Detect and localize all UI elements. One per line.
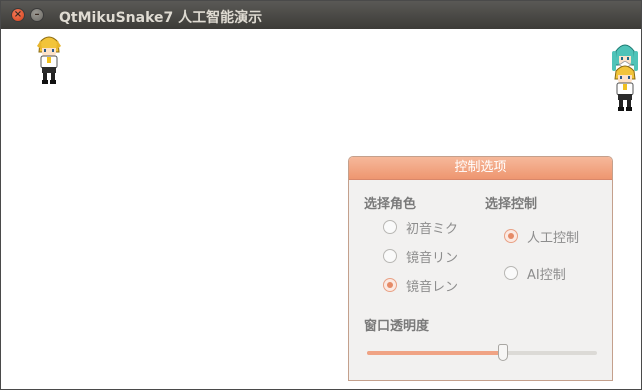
radio-indicator-selected	[504, 229, 518, 243]
minimize-button[interactable]: –	[30, 8, 44, 22]
control-options-panel: 控制选项 选择角色 初音ミク 镜音リン 镜音レン 选择控制 人工控制 AI控制 …	[348, 156, 613, 381]
role-group-title: 选择角色	[364, 197, 417, 212]
radio-role-rin[interactable]: 镜音リン	[383, 247, 459, 266]
radio-role-len[interactable]: 镜音レン	[383, 276, 459, 295]
control-group-title: 选择控制	[485, 197, 538, 212]
rin-character-sprite	[614, 61, 636, 111]
app-window: × – QtMikuSnake7 人工智能演示 控制选项 选择角色 初音ミク 镜…	[0, 0, 642, 390]
radio-label: 镜音リン	[406, 250, 459, 266]
radio-label: 人工控制	[527, 230, 580, 246]
close-icon: ×	[13, 9, 23, 20]
radio-role-miku[interactable]: 初音ミク	[383, 218, 459, 237]
radio-control-ai[interactable]: AI控制	[504, 264, 566, 283]
radio-label: 初音ミク	[406, 221, 459, 237]
opacity-slider-fill	[367, 351, 503, 355]
close-button[interactable]: ×	[11, 8, 25, 22]
opacity-slider[interactable]	[367, 344, 597, 361]
title-bar[interactable]: × – QtMikuSnake7 人工智能演示	[1, 1, 641, 29]
radio-label: AI控制	[527, 267, 566, 283]
panel-title[interactable]: 控制选项	[349, 157, 612, 180]
opacity-label: 窗口透明度	[364, 319, 430, 334]
radio-indicator	[383, 220, 397, 234]
len-character-sprite	[37, 36, 61, 84]
radio-indicator-selected	[383, 278, 397, 292]
radio-control-manual[interactable]: 人工控制	[504, 227, 580, 246]
window-title: QtMikuSnake7 人工智能演示	[59, 10, 263, 26]
radio-label: 镜音レン	[406, 279, 459, 295]
radio-indicator	[383, 249, 397, 263]
opacity-slider-handle[interactable]	[497, 344, 508, 361]
radio-indicator	[504, 266, 518, 280]
minimize-icon: –	[34, 9, 40, 20]
